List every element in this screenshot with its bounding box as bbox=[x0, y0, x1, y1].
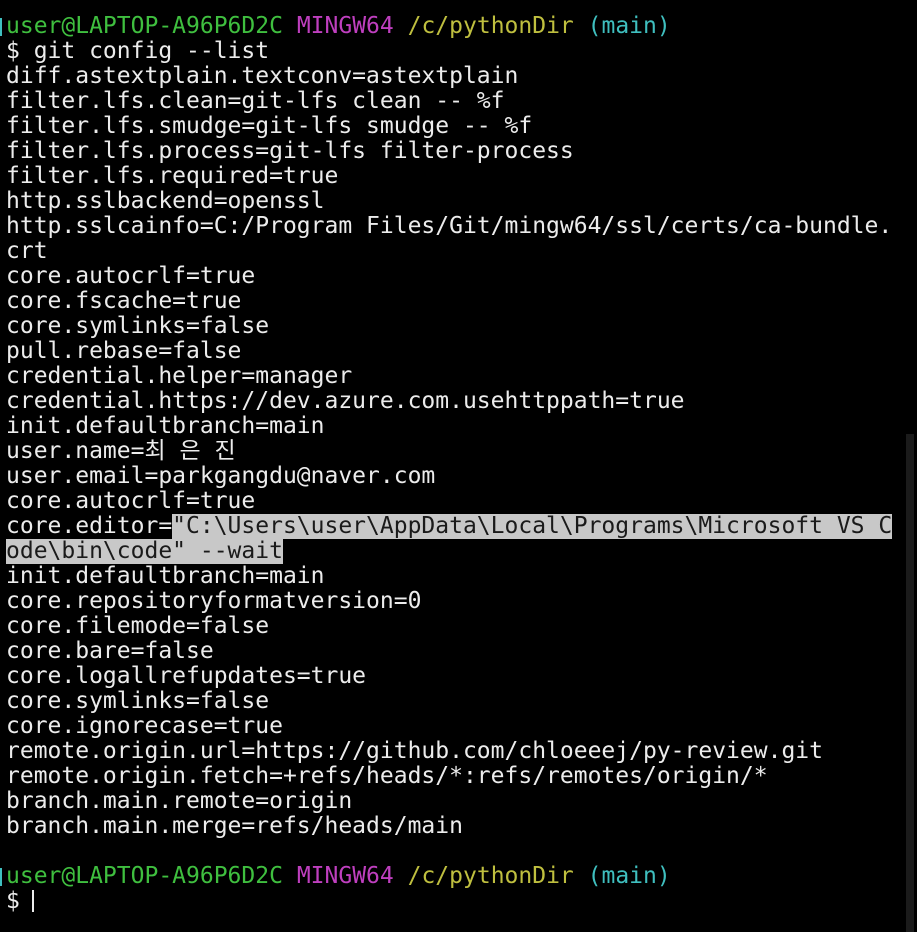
output-line: core.fscache=true bbox=[6, 289, 242, 314]
scrollbar[interactable] bbox=[903, 0, 917, 932]
output-line: core.logallrefupdates=true bbox=[6, 664, 367, 689]
output-line: pull.rebase=false bbox=[6, 339, 242, 364]
output-line: core.symlinks=false bbox=[6, 314, 270, 339]
output-line: remote.origin.url=https://github.com/chl… bbox=[6, 739, 823, 764]
prompt-path: /c/pythonDir bbox=[407, 14, 574, 39]
prompt-branch: (main) bbox=[587, 864, 671, 889]
editor-config-line-continued: ode\bin\code" --wait bbox=[6, 539, 906, 564]
prompt-system: MINGW64 bbox=[296, 864, 394, 889]
output-line: core.autocrlf=true bbox=[6, 489, 256, 514]
output-line: crt bbox=[6, 239, 48, 264]
output-line: core.autocrlf=true bbox=[6, 264, 256, 289]
scrollbar-thumb[interactable] bbox=[906, 434, 914, 932]
prompt-system: MINGW64 bbox=[296, 14, 394, 39]
prompt-branch: (main) bbox=[587, 14, 671, 39]
input-line[interactable]: $ bbox=[6, 889, 906, 914]
output-line: branch.main.merge=refs/heads/main bbox=[6, 814, 463, 839]
output-line: diff.astextplain.textconv=astextplain bbox=[6, 64, 519, 89]
prompt-line-bottom: user@LAPTOP-A96P6D2C MINGW64 /c/pythonDi… bbox=[6, 864, 906, 889]
output-line: credential.https://dev.azure.com.usehttp… bbox=[6, 389, 685, 414]
selected-text[interactable]: "C:\Users\user\AppData\Local\Programs\Mi… bbox=[172, 514, 893, 539]
editor-config-key: core.editor= bbox=[6, 514, 173, 539]
output-line: init.defaultbranch=main bbox=[6, 564, 325, 589]
output-line: core.symlinks=false bbox=[6, 689, 270, 714]
selected-text-continued[interactable]: ode\bin\code" --wait bbox=[6, 539, 283, 564]
output-line: remote.origin.fetch=+refs/heads/*:refs/r… bbox=[6, 764, 768, 789]
prompt-symbol: $ bbox=[6, 889, 20, 914]
prompt-user-host: user@LAPTOP-A96P6D2C bbox=[6, 864, 283, 889]
output-line: http.sslcainfo=C:/Program Files/Git/ming… bbox=[6, 214, 893, 239]
output-line: core.filemode=false bbox=[6, 614, 270, 639]
output-line: user.email=parkgangdu@naver.com bbox=[6, 464, 436, 489]
output-line: core.repositoryformatversion=0 bbox=[6, 589, 422, 614]
output-line: user.name=최 은 진 bbox=[6, 439, 236, 464]
prompt-marker bbox=[0, 18, 2, 36]
prompt-marker-bottom bbox=[0, 868, 2, 886]
output-line: core.bare=false bbox=[6, 639, 214, 664]
output-line: filter.lfs.required=true bbox=[6, 164, 339, 189]
output-line: filter.lfs.smudge=git-lfs smudge -- %f bbox=[6, 114, 533, 139]
output-line: credential.helper=manager bbox=[6, 364, 353, 389]
prompt-user-host: user@LAPTOP-A96P6D2C bbox=[6, 14, 283, 39]
output-line: branch.main.remote=origin bbox=[6, 789, 353, 814]
output-line: init.defaultbranch=main bbox=[6, 414, 325, 439]
terminal-output[interactable]: user@LAPTOP-A96P6D2C MINGW64 /c/pythonDi… bbox=[6, 14, 906, 914]
prompt-path: /c/pythonDir bbox=[407, 864, 574, 889]
output-line: filter.lfs.clean=git-lfs clean -- %f bbox=[6, 89, 505, 114]
output-line: core.ignorecase=true bbox=[6, 714, 283, 739]
prompt-line-top: user@LAPTOP-A96P6D2C MINGW64 /c/pythonDi… bbox=[6, 14, 906, 39]
text-cursor bbox=[31, 890, 34, 912]
output-line: http.sslbackend=openssl bbox=[6, 189, 325, 214]
output-line: filter.lfs.process=git-lfs filter-proces… bbox=[6, 139, 574, 164]
command-line: $ git config --list bbox=[6, 39, 270, 64]
editor-config-line: core.editor="C:\Users\user\AppData\Local… bbox=[6, 514, 906, 539]
